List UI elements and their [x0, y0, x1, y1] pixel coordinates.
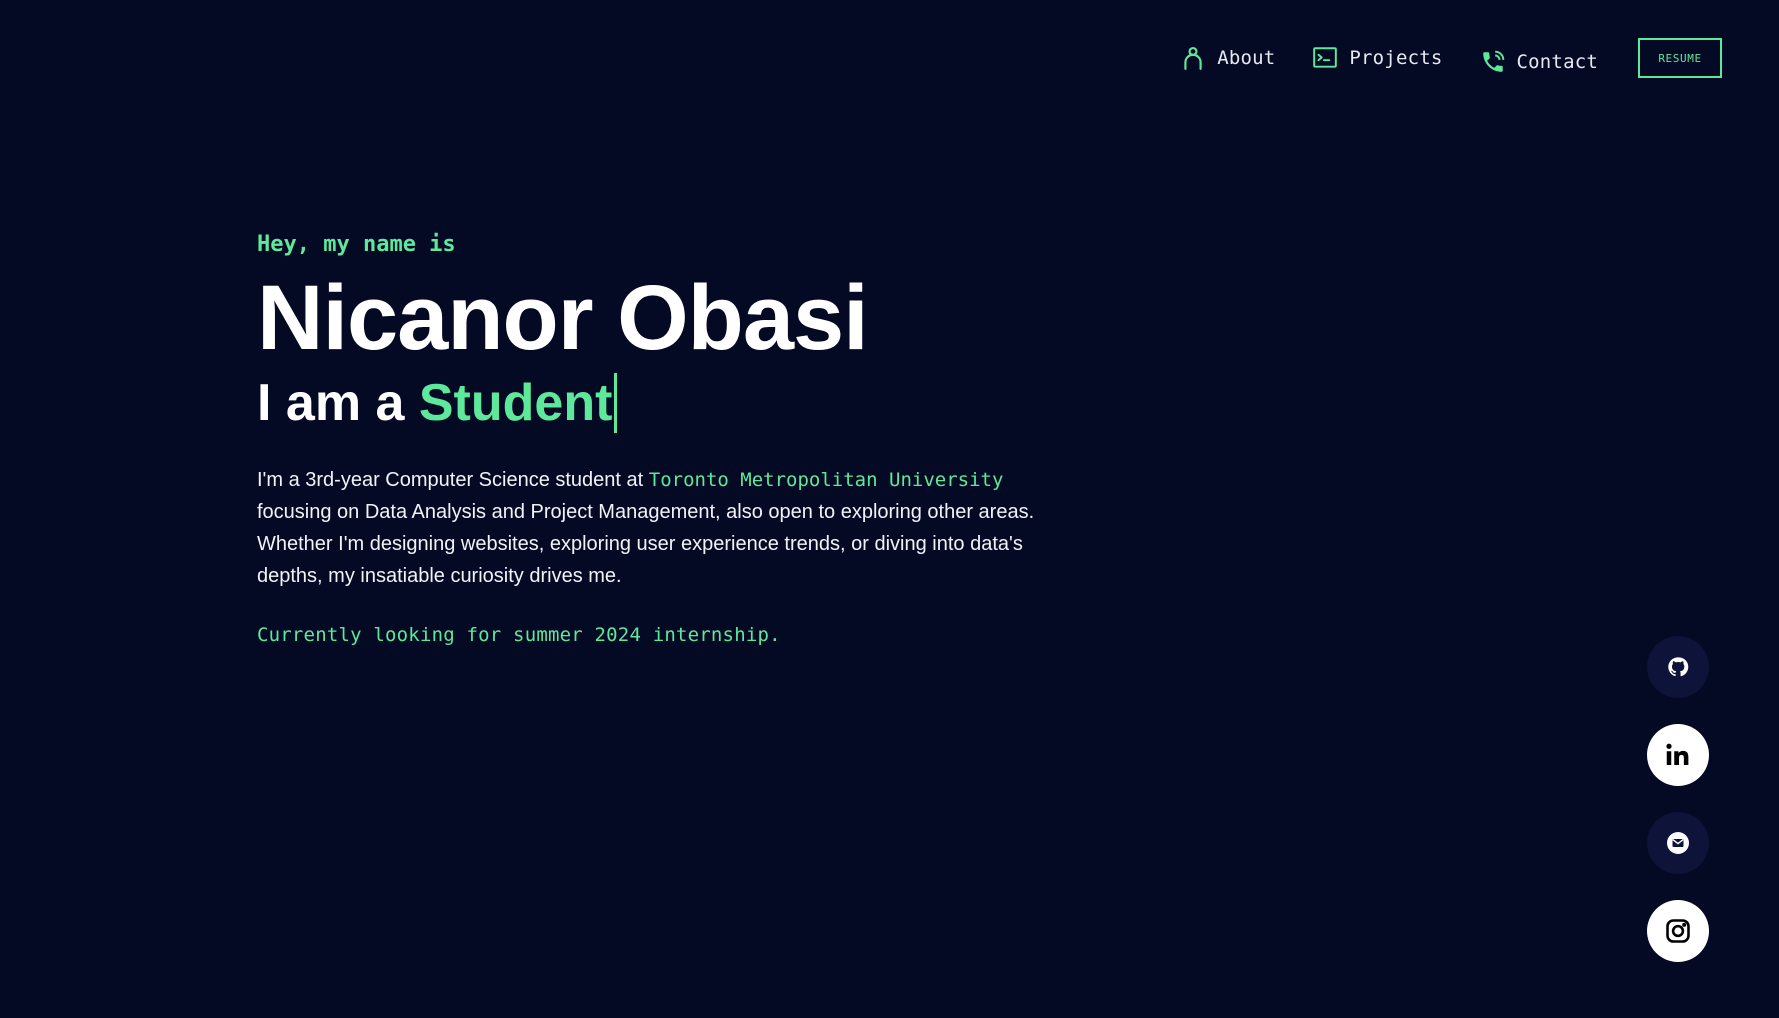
resume-button[interactable]: RESUME [1638, 38, 1722, 78]
bio-text-start: I'm a 3rd-year Computer Science student … [257, 469, 649, 491]
email-button[interactable] [1647, 812, 1709, 874]
page-title: Nicanor Obasi [257, 267, 869, 369]
bio-paragraph: I'm a 3rd-year Computer Science student … [257, 464, 1057, 592]
typing-caret [614, 373, 618, 433]
nav-projects[interactable]: Projects [1311, 44, 1442, 72]
role-line: I am a Student [257, 372, 1057, 434]
social-links [1647, 636, 1709, 962]
nav-contact-label: Contact [1516, 51, 1598, 73]
nav-about-label: About [1217, 47, 1276, 69]
github-icon [1667, 656, 1689, 678]
role-prefix: I am a [257, 374, 419, 432]
terminal-icon [1311, 44, 1339, 72]
university-name: Toronto Metropolitan University [648, 469, 1004, 491]
nav-projects-label: Projects [1349, 47, 1443, 69]
bio-text-end: focusing on Data Analysis and Project Ma… [257, 501, 1035, 587]
top-nav: About Projects Contact RESUME [1179, 38, 1722, 78]
greeting-text: Hey, my name is [257, 232, 456, 257]
nav-contact[interactable]: Contact [1479, 48, 1598, 76]
github-button[interactable] [1647, 636, 1709, 698]
instagram-icon [1664, 917, 1692, 945]
phone-icon [1479, 48, 1507, 76]
linkedin-icon [1663, 740, 1693, 770]
role-word: Student [418, 374, 613, 432]
linkedin-button[interactable] [1647, 724, 1709, 786]
internship-status: Currently looking for summer 2024 intern… [257, 624, 781, 646]
instagram-button[interactable] [1647, 900, 1709, 962]
nav-about[interactable]: About [1179, 44, 1275, 72]
mail-icon [1666, 831, 1690, 855]
person-icon [1179, 44, 1207, 72]
hero-section: Hey, my name is Nicanor Obasi I am a Stu… [257, 228, 1057, 646]
